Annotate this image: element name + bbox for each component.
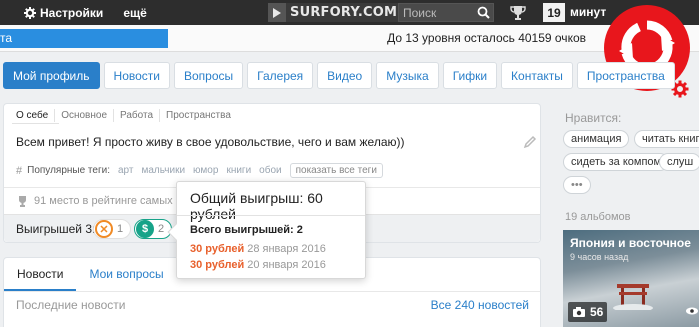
settings-menu[interactable]: Настройки bbox=[14, 0, 113, 25]
prize-date: 28 января 2016 bbox=[247, 243, 326, 255]
divider bbox=[4, 291, 540, 292]
tab-news-feed[interactable]: Новости bbox=[4, 258, 77, 291]
tab-my-profile[interactable]: Мой профиль bbox=[3, 62, 100, 89]
rank-text: 91 место в рейтинге самых к bbox=[34, 195, 181, 207]
tab-questions[interactable]: Вопросы bbox=[173, 62, 244, 89]
camera-icon bbox=[573, 307, 585, 317]
tab-gallery[interactable]: Галерея bbox=[247, 62, 314, 89]
logo-text: SURFORY.COM bbox=[290, 5, 398, 20]
subtab-spaces[interactable]: Пространства bbox=[159, 109, 237, 122]
wins-label: Выигрышей 3: bbox=[16, 222, 96, 236]
album-title: Япония и восточное bbox=[570, 236, 691, 250]
album-card[interactable]: Япония и восточное 9 часов назад 56 bbox=[563, 230, 699, 327]
trophy-icon bbox=[16, 195, 29, 207]
subtab-underline bbox=[12, 123, 59, 124]
trophy-icon[interactable] bbox=[510, 5, 526, 20]
all-news-link[interactable]: Все 240 новостей bbox=[431, 298, 529, 312]
about-subtabs: О себе Основное Работа Пространства bbox=[12, 109, 237, 122]
search-icon[interactable] bbox=[477, 6, 490, 19]
gear-icon bbox=[24, 6, 36, 19]
popular-tags: # Популярные теги: арт мальчики юмор кни… bbox=[16, 163, 383, 178]
interest-chip[interactable]: анимация bbox=[563, 130, 630, 148]
interest-chip[interactable]: слуш bbox=[659, 153, 699, 171]
latest-news-label: Последние новости bbox=[16, 298, 126, 312]
album-count-value: 56 bbox=[590, 305, 604, 319]
about-text: Всем привет! Я просто живу в свое удовол… bbox=[16, 135, 405, 149]
progress-label: та bbox=[0, 31, 13, 45]
interest-chip[interactable]: читать книги bbox=[634, 130, 699, 148]
tag-wallpapers[interactable]: обои bbox=[259, 165, 281, 176]
profile-nav: Мой профиль Новости Вопросы Галерея Виде… bbox=[3, 62, 675, 89]
more-interests-button[interactable]: ••• bbox=[563, 176, 591, 194]
dollar-icon: $ bbox=[136, 220, 154, 238]
logo-mark-icon bbox=[268, 3, 286, 22]
subtab-basic[interactable]: Основное bbox=[54, 109, 113, 122]
tooltip-row: 30 рублей 28 января 2016 bbox=[190, 243, 326, 255]
search-box bbox=[398, 3, 494, 22]
tooltip-title: Общий выигрыш: 60 рублей bbox=[190, 190, 323, 222]
tb-left-stub bbox=[0, 0, 14, 25]
album-time: 9 часов назад bbox=[570, 252, 629, 262]
win-badge-count: 1 bbox=[117, 223, 124, 235]
eye-icon bbox=[685, 304, 699, 318]
interest-chip[interactable]: сидеть за компом bbox=[563, 153, 670, 171]
tab-news[interactable]: Новости bbox=[103, 62, 170, 89]
cross-icon: ✕ bbox=[95, 220, 113, 238]
edit-pencil-icon[interactable] bbox=[523, 135, 537, 149]
minutes-counter: 19 bbox=[543, 3, 565, 22]
level-progress: та bbox=[0, 29, 168, 48]
level-remaining-text: До 13 уровня осталось 40159 очков bbox=[387, 31, 586, 45]
win-badge-lose[interactable]: ✕ 1 bbox=[93, 219, 132, 239]
subtab-about[interactable]: О себе bbox=[12, 109, 54, 122]
album-photo-count: 56 bbox=[568, 302, 608, 322]
tag-books[interactable]: книги bbox=[226, 165, 251, 176]
tab-gifs[interactable]: Гифки bbox=[442, 62, 498, 89]
top-bar-menu: Настройки ещё bbox=[0, 0, 157, 25]
tag-humor[interactable]: юмор bbox=[193, 165, 218, 176]
album-cover-image bbox=[613, 284, 653, 310]
news-tabs: Новости Мои вопросы bbox=[4, 258, 177, 291]
level-bar: та До 13 уровня осталось 40159 очков bbox=[0, 25, 699, 52]
settings-label: Настройки bbox=[40, 5, 104, 20]
tag-boys[interactable]: мальчики bbox=[141, 165, 185, 176]
hash-icon: # bbox=[16, 164, 23, 177]
tab-video[interactable]: Видео bbox=[317, 62, 373, 89]
likes-title: Нравится: bbox=[565, 111, 622, 125]
albums-title: 19 альбомов bbox=[565, 211, 631, 223]
site-logo[interactable]: SURFORY.COM bbox=[268, 3, 404, 22]
search-input[interactable] bbox=[399, 4, 473, 21]
tab-contacts[interactable]: Контакты bbox=[501, 62, 573, 89]
win-badge-money[interactable]: $ 2 bbox=[134, 219, 173, 239]
divider bbox=[177, 215, 365, 216]
prize-date: 20 января 2016 bbox=[247, 259, 326, 271]
tag-art[interactable]: арт bbox=[118, 165, 133, 176]
tab-my-questions[interactable]: Мои вопросы bbox=[76, 258, 176, 291]
tags-label: Популярные теги: bbox=[27, 165, 110, 176]
win-badge-count: 2 bbox=[158, 223, 165, 235]
more-menu[interactable]: ещё bbox=[113, 0, 156, 25]
tooltip-row: 30 рублей 20 января 2016 bbox=[190, 259, 326, 271]
prize-amount: 30 рублей bbox=[190, 259, 245, 271]
subtab-work[interactable]: Работа bbox=[113, 109, 159, 122]
winnings-tooltip: Общий выигрыш: 60 рублей Всего выигрышей… bbox=[167, 181, 366, 279]
rank-line: 91 место в рейтинге самых к bbox=[16, 195, 181, 207]
tab-spaces[interactable]: Пространства bbox=[576, 62, 675, 89]
prize-amount: 30 рублей bbox=[190, 243, 245, 255]
top-bar: Настройки ещё SURFORY.COM 19 минут bbox=[0, 0, 699, 25]
show-all-tags-button[interactable]: показать все теги bbox=[289, 163, 383, 178]
tab-music[interactable]: Музыка bbox=[376, 62, 439, 89]
minutes-label: минут bbox=[570, 5, 607, 19]
tooltip-total: Всего выигрышей: 2 bbox=[190, 224, 303, 236]
